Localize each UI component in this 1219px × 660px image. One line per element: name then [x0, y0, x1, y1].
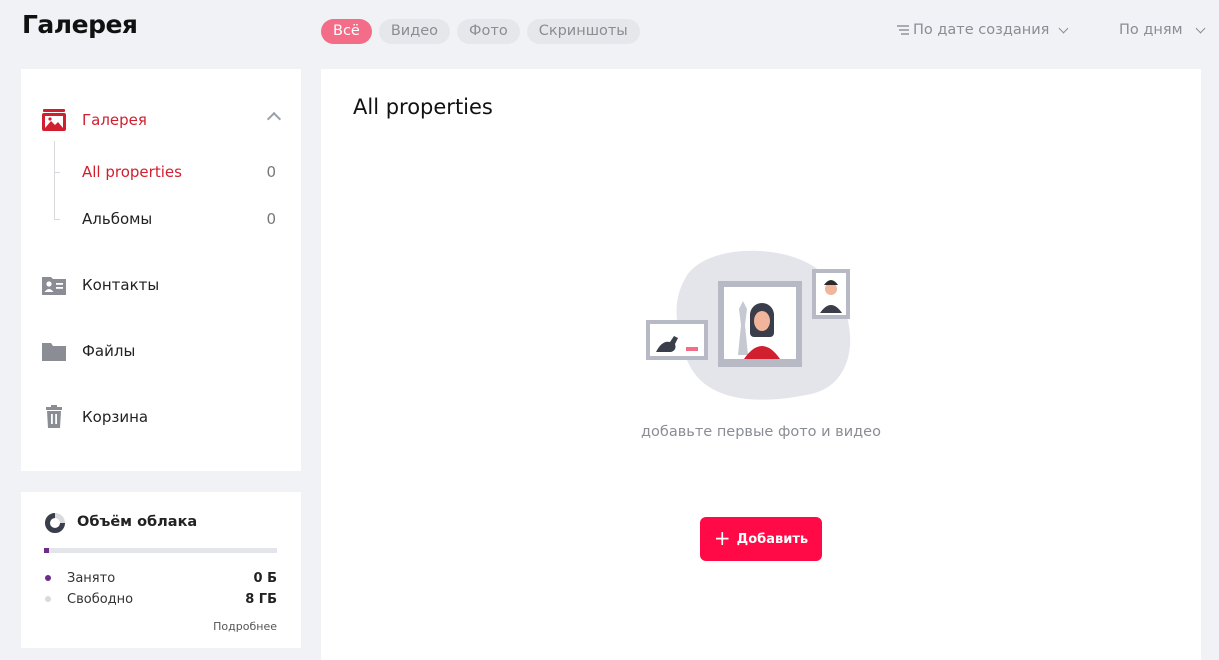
sidebar-item-albums[interactable]: Альбомы 0 [21, 206, 301, 232]
sidebar-item-gallery[interactable]: Галерея [21, 104, 301, 136]
storage-free-label: Свободно [67, 591, 134, 607]
sort-dropdown[interactable]: По дате создания [896, 22, 1069, 38]
sidebar-item-label: Альбомы [82, 210, 153, 228]
empty-state-text: добавьте первые фото и видео [641, 424, 881, 440]
trash-icon [46, 405, 62, 428]
plus-icon: + [713, 526, 731, 550]
storage-title: Объём облака [77, 514, 198, 530]
sidebar-item-files[interactable]: Файлы [21, 335, 301, 367]
sidebar-item-label: Галерея [82, 111, 147, 129]
sort-label: По дате создания [913, 22, 1050, 38]
free-dot [45, 596, 51, 602]
chevron-down-icon [1058, 23, 1069, 33]
storage-donut-icon [45, 513, 65, 533]
page-title: All properties [353, 95, 493, 119]
sidebar-item-trash[interactable]: Корзина [21, 401, 301, 433]
grouping-label: По дням [1119, 22, 1183, 38]
grouping-dropdown[interactable]: По дням [1119, 22, 1206, 38]
main-content: All properties добавьте первые фото и ви… [321, 69, 1201, 660]
contacts-icon [42, 277, 66, 295]
item-count: 0 [266, 163, 276, 181]
storage-used-row: Занято 0 Б [44, 569, 277, 587]
storage-bar-used [44, 548, 49, 553]
storage-details-link[interactable]: Подробнее [213, 620, 277, 633]
sort-lines-icon [897, 25, 909, 35]
app-title: Галерея [22, 10, 138, 39]
add-button[interactable]: + Добавить [700, 517, 822, 561]
storage-free-value: 8 ГБ [245, 591, 277, 607]
media-filter-tabs: Всё Видео Фото Скриншоты [321, 19, 640, 44]
sidebar-item-contacts[interactable]: Контакты [21, 269, 301, 301]
chevron-down-icon [1195, 23, 1206, 33]
sidebar-item-label: All properties [82, 163, 182, 181]
filter-video[interactable]: Видео [378, 19, 451, 44]
storage-bar [44, 548, 277, 553]
storage-used-label: Занято [67, 570, 116, 586]
sidebar-item-label: Файлы [82, 342, 136, 360]
sidebar-item-all-properties[interactable]: All properties 0 [21, 159, 301, 185]
sidebar: Галерея All properties 0 Альбомы 0 Конта… [21, 69, 301, 471]
filter-all[interactable]: Всё [321, 19, 372, 44]
sidebar-item-label: Корзина [82, 408, 149, 426]
storage-free-row: Свободно 8 ГБ [44, 590, 277, 608]
gallery-icon [42, 109, 66, 131]
storage-panel: Объём облака Занято 0 Б Свободно 8 ГБ По… [21, 492, 301, 648]
empty-gallery-illustration [646, 250, 851, 400]
folder-icon [42, 343, 66, 361]
item-count: 0 [266, 210, 276, 228]
storage-used-value: 0 Б [253, 570, 277, 586]
add-button-label: Добавить [736, 531, 809, 547]
used-dot [45, 575, 51, 581]
filter-photo[interactable]: Фото [457, 19, 520, 44]
filter-screenshots[interactable]: Скриншоты [526, 19, 640, 44]
sidebar-item-label: Контакты [82, 276, 160, 294]
